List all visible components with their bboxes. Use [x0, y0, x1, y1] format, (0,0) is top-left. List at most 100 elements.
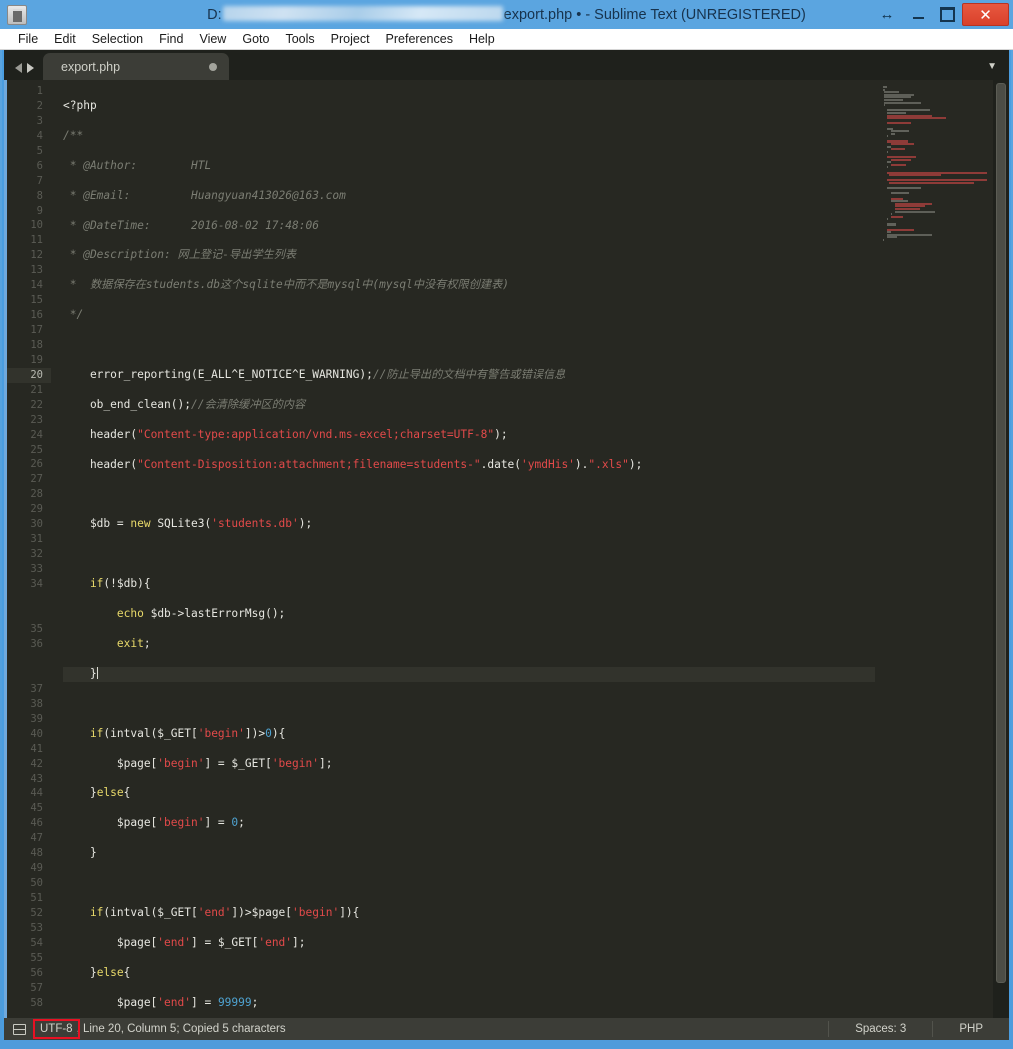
line-number: 38 — [30, 697, 43, 710]
code-line: header("Content-type:application/vnd.ms-… — [63, 427, 508, 441]
line-number: 50 — [30, 877, 43, 890]
line-number: 12 — [30, 249, 43, 262]
code-line-active: } — [63, 666, 875, 682]
line-number-gutter: 1 2 3 4 5 6 7 8 9 10 11 12 13 14 15 16 17 18 19 20 21 22 23 24 2… — [7, 80, 51, 1018]
status-indent[interactable]: Spaces: 3 — [828, 1021, 932, 1037]
code-line: /** — [63, 128, 84, 142]
line-number: 29 — [30, 503, 43, 516]
line-number: 18 — [30, 338, 43, 351]
menu-selection[interactable]: Selection — [84, 30, 151, 48]
line-number: 47 — [30, 832, 43, 845]
line-number: 24 — [30, 428, 43, 441]
line-number: 40 — [30, 727, 43, 740]
line-number: 34 — [30, 577, 43, 590]
vertical-scrollbar[interactable] — [993, 80, 1009, 1018]
code-line: * 数据保存在students.db这个sqlite中而不是mysql中(mys… — [63, 278, 510, 292]
status-right-group: Spaces: 3 PHP — [828, 1021, 1009, 1037]
menu-view[interactable]: View — [191, 30, 234, 48]
line-number: 51 — [30, 892, 43, 904]
code-line: }else{ — [63, 786, 131, 800]
line-number: 6 — [36, 159, 43, 172]
minimap-line — [883, 181, 989, 185]
menu-bar: File Edit Selection Find View Goto Tools… — [0, 29, 1013, 50]
line-number: 48 — [30, 847, 43, 860]
line-number: 42 — [30, 757, 43, 770]
window-bottom-edge — [5, 1040, 1008, 1044]
status-syntax[interactable]: PHP — [932, 1021, 1009, 1037]
close-button[interactable]: ✕ — [962, 3, 1009, 26]
tab-label: export.php — [61, 59, 121, 74]
menu-file[interactable]: File — [10, 30, 46, 48]
line-number: 10 — [30, 219, 43, 232]
unsaved-dot-icon[interactable] — [209, 62, 217, 71]
status-caret-info: , Line 20, Column 5; Copied 5 characters — [76, 1023, 286, 1035]
scrollbar-thumb[interactable] — [996, 83, 1006, 984]
code-line: $page['begin'] = $_GET['begin']; — [63, 756, 333, 770]
line-number: 35 — [30, 622, 43, 635]
code-minimap[interactable] — [875, 80, 993, 1018]
status-bar: UTF-8 , Line 20, Column 5; Copied 5 char… — [2, 1018, 1011, 1040]
chevron-down-icon[interactable]: ▼ — [987, 61, 1009, 80]
code-line: }else{ — [63, 965, 131, 979]
line-number: 31 — [30, 533, 43, 546]
menu-help[interactable]: Help — [461, 30, 503, 48]
arrow-right-icon[interactable] — [27, 63, 34, 73]
sublime-text-window: D: export.php • - Sublime Text (UNREGISTE… — [0, 0, 1013, 1049]
title-file-suffix: export.php • - Sublime Text (UNREGISTERE… — [503, 6, 806, 23]
window-controls: ↔ ✕ — [870, 0, 1013, 29]
tab-export-php[interactable]: export.php — [43, 53, 229, 80]
menu-goto[interactable]: Goto — [234, 30, 277, 48]
line-number: 52 — [30, 906, 43, 919]
code-line: exit; — [116, 636, 151, 650]
line-number: 7 — [36, 174, 43, 187]
line-number: 25 — [30, 443, 43, 456]
code-editor[interactable]: 1 2 3 4 5 6 7 8 9 10 11 12 13 14 15 16 17 18 19 20 21 22 23 24 2… — [4, 80, 1009, 1018]
line-number: 30 — [30, 518, 43, 531]
line-number: 37 — [30, 682, 43, 695]
code-line: echo $db->lastErrorMsg(); — [116, 607, 286, 621]
code-line: <?php — [63, 98, 97, 112]
code-line: } — [63, 846, 97, 860]
code-line: * @Email: Huangyuan413026@163.com — [63, 188, 346, 202]
maximize-button[interactable] — [933, 3, 962, 27]
tab-bar: export.php ▼ — [4, 50, 1009, 80]
line-number: 56 — [30, 966, 43, 979]
line-number: 39 — [30, 712, 43, 725]
code-line: */ — [63, 308, 84, 322]
arrow-left-icon[interactable] — [15, 63, 22, 73]
tab-nav-arrows — [4, 63, 43, 80]
menu-project[interactable]: Project — [323, 30, 378, 48]
minimize-button[interactable] — [904, 3, 933, 27]
menu-tools[interactable]: Tools — [277, 30, 322, 48]
line-number: 41 — [30, 742, 43, 755]
code-content[interactable]: <?php /** * @Author: HTL * @Email: Huang… — [51, 80, 875, 1018]
line-number: 57 — [30, 981, 43, 994]
line-number: 36 — [30, 637, 43, 650]
code-line: if(!$db){ — [63, 577, 151, 591]
line-number: 11 — [30, 234, 43, 247]
status-encoding[interactable]: UTF-8 — [33, 1019, 80, 1039]
line-number: 21 — [30, 383, 43, 396]
code-line: * @Author: HTL — [63, 158, 212, 172]
line-number: 9 — [36, 204, 43, 217]
code-line: error_reporting(E_ALL^E_NOTICE^E_WARNING… — [63, 367, 566, 381]
line-number: 23 — [30, 413, 43, 426]
title-drive-prefix: D: — [207, 6, 222, 23]
line-number: 19 — [30, 353, 43, 366]
line-number: 5 — [36, 144, 43, 157]
line-number: 13 — [30, 264, 43, 277]
side-panel-icon[interactable] — [13, 1023, 26, 1035]
line-number: 15 — [30, 294, 43, 307]
restore-indicator-icon[interactable]: ↔ — [870, 3, 904, 27]
line-number: 1 — [36, 85, 43, 97]
menu-find[interactable]: Find — [151, 30, 191, 48]
line-number: 26 — [30, 458, 43, 471]
code-line: if(intval($_GET['end'])>$page['begin']){ — [63, 906, 360, 919]
menu-edit[interactable]: Edit — [46, 30, 84, 48]
menu-preferences[interactable]: Preferences — [378, 30, 461, 48]
line-number: 22 — [30, 398, 43, 411]
title-bar: D: export.php • - Sublime Text (UNREGISTE… — [0, 0, 1013, 29]
line-number: 17 — [30, 324, 43, 336]
